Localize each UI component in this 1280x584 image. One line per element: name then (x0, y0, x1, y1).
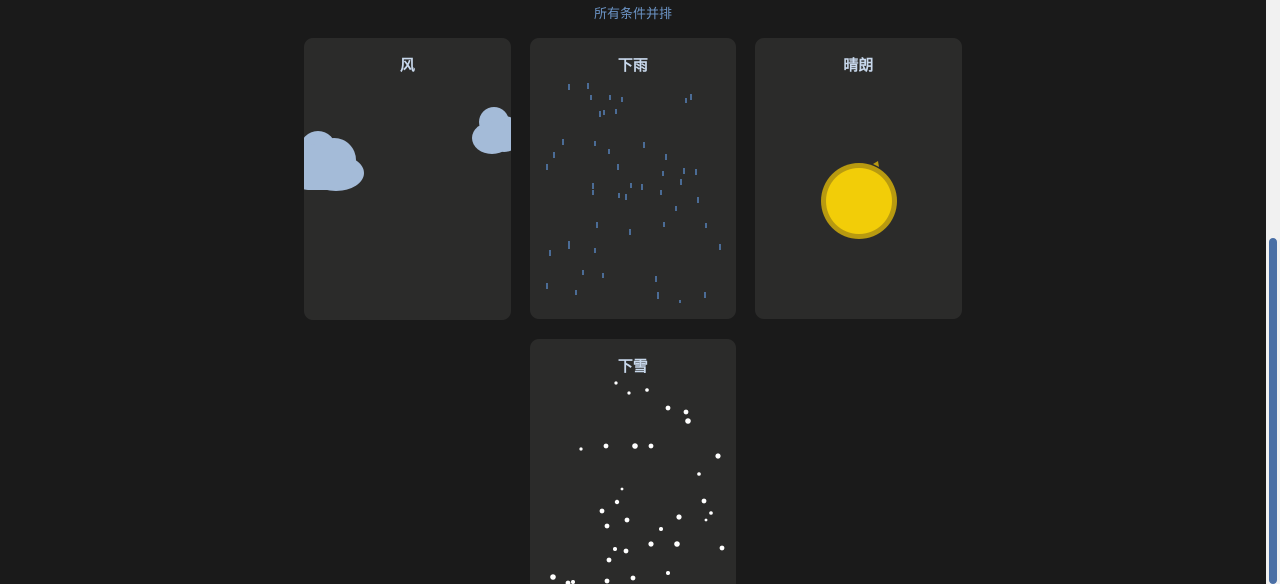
snowflake (648, 443, 654, 449)
snowflake (685, 418, 691, 424)
rain-scene (546, 83, 721, 303)
snowflake (648, 541, 654, 547)
snowflake (697, 472, 701, 476)
page-subtitle: 所有条件并排 (593, 7, 672, 22)
snowflake (704, 518, 708, 522)
snowflake (674, 541, 680, 547)
snowflake (623, 548, 629, 554)
snowflake (701, 498, 707, 504)
snowflake (632, 443, 638, 449)
snowflake (709, 511, 713, 515)
snowflake (630, 575, 636, 581)
scrollbar-thumb[interactable] (1269, 238, 1277, 584)
snowflake (715, 453, 721, 459)
snowflake (614, 499, 620, 505)
snowflake (665, 405, 671, 411)
snowflake (604, 578, 610, 584)
snowflake (645, 388, 649, 392)
sun-icon (821, 161, 897, 239)
snowflake (603, 443, 609, 449)
sunny-scene (821, 161, 897, 239)
snowflake (620, 487, 624, 491)
snowflake (606, 557, 612, 563)
snowflake (659, 527, 663, 531)
snowflake (613, 547, 617, 551)
snowflake (719, 545, 725, 551)
snowflake (683, 409, 689, 415)
cloud-icon (304, 131, 364, 191)
weather-page: 所有条件并排 风 下雨 晴朗 下雪 (0, 0, 1280, 584)
snow-scene (550, 381, 725, 584)
snowflake (579, 447, 583, 451)
cloud-icon (472, 107, 511, 154)
wind-scene (304, 107, 511, 191)
snowflake (550, 574, 556, 580)
snowflake (624, 517, 630, 523)
snowflake (571, 580, 575, 584)
sunny-card: 晴朗 (755, 38, 962, 319)
snowflake (676, 514, 682, 520)
rain-card: 下雨 (530, 38, 736, 319)
scrollbar[interactable] (1266, 0, 1280, 584)
snowflake (614, 381, 618, 385)
snowflake (565, 580, 571, 584)
snow-card: 下雪 (530, 339, 736, 584)
snowflake (604, 523, 610, 529)
snowflake (599, 508, 605, 514)
snowflake (627, 391, 631, 395)
wind-card: 风 (304, 38, 511, 320)
snowflake (666, 571, 670, 575)
